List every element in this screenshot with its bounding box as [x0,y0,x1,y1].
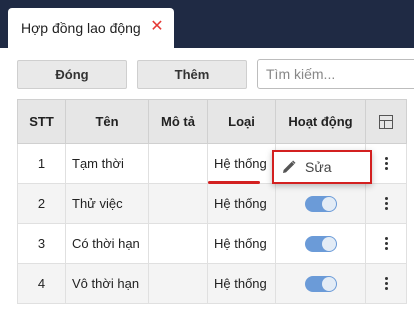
toggle-knob [321,276,336,291]
cell-mota [148,263,208,304]
table-row[interactable]: 4 Vô thời hạn Hệ thống [17,263,407,304]
table-header-row: STT Tên Mô tả Loại Hoạt động [17,99,407,144]
search-input[interactable]: Tìm kiếm... [257,59,414,89]
add-button[interactable]: Thêm [137,60,247,89]
cell-menu [365,183,407,224]
more-vertical-icon[interactable] [381,156,391,172]
cell-loai: Hệ thống [207,223,276,264]
table-row[interactable]: 2 Thử việc Hệ thống [17,183,407,224]
cell-hoat-dong [275,223,366,264]
header-stt[interactable]: STT [17,99,66,144]
active-toggle[interactable] [304,195,337,212]
cell-stt: 3 [17,223,66,264]
cell-ten: Có thời hạn [65,223,149,264]
contract-types-table: STT Tên Mô tả Loại Hoạt động 1 Tạm thời … [17,99,407,304]
edit-label: Sửa [305,159,332,175]
cell-mota [148,223,208,264]
toggle-knob [321,236,336,251]
cell-ten: Thử việc [65,183,149,224]
red-underline-annotation [208,181,260,184]
toggle-knob [321,196,336,211]
header-hoat-dong[interactable]: Hoạt động [275,99,366,144]
table-row[interactable]: 3 Có thời hạn Hệ thống [17,223,407,264]
cell-menu [365,263,407,304]
tab-hop-dong-lao-dong[interactable]: Hợp đồng lao động ✕ [8,8,174,48]
edit-menu-item[interactable]: Sửa [282,152,370,182]
cell-loai: Hệ thống [207,263,276,304]
active-toggle[interactable] [304,275,337,292]
column-chooser[interactable] [365,99,407,144]
cell-stt: 2 [17,183,66,224]
header-mota[interactable]: Mô tả [148,99,208,144]
pencil-icon [283,160,296,173]
cell-hoat-dong [275,183,366,224]
cell-stt: 1 [17,143,66,184]
table-columns-icon[interactable] [379,115,393,130]
cell-mota [148,183,208,224]
header-ten[interactable]: Tên [65,99,149,144]
close-icon[interactable]: ✕ [150,19,164,35]
cell-mota [148,143,208,184]
cell-loai: Hệ thống [207,183,276,224]
header-loai[interactable]: Loại [207,99,276,144]
more-vertical-icon[interactable] [381,276,391,292]
active-toggle[interactable] [304,235,337,252]
cell-ten: Vô thời hạn [65,263,149,304]
more-vertical-icon[interactable] [381,236,391,252]
tab-title: Hợp đồng lao động [21,20,141,36]
cell-loai: Hệ thống [207,143,276,184]
cell-menu [365,223,407,264]
tab-bar: Hợp đồng lao động ✕ [0,0,414,48]
cell-ten: Tạm thời [65,143,149,184]
row-context-menu: Sửa [272,150,372,184]
more-vertical-icon[interactable] [381,196,391,212]
cell-stt: 4 [17,263,66,304]
toolbar: Đóng Thêm Tìm kiếm... [0,48,414,98]
cell-hoat-dong [275,263,366,304]
close-button[interactable]: Đóng [17,60,127,89]
